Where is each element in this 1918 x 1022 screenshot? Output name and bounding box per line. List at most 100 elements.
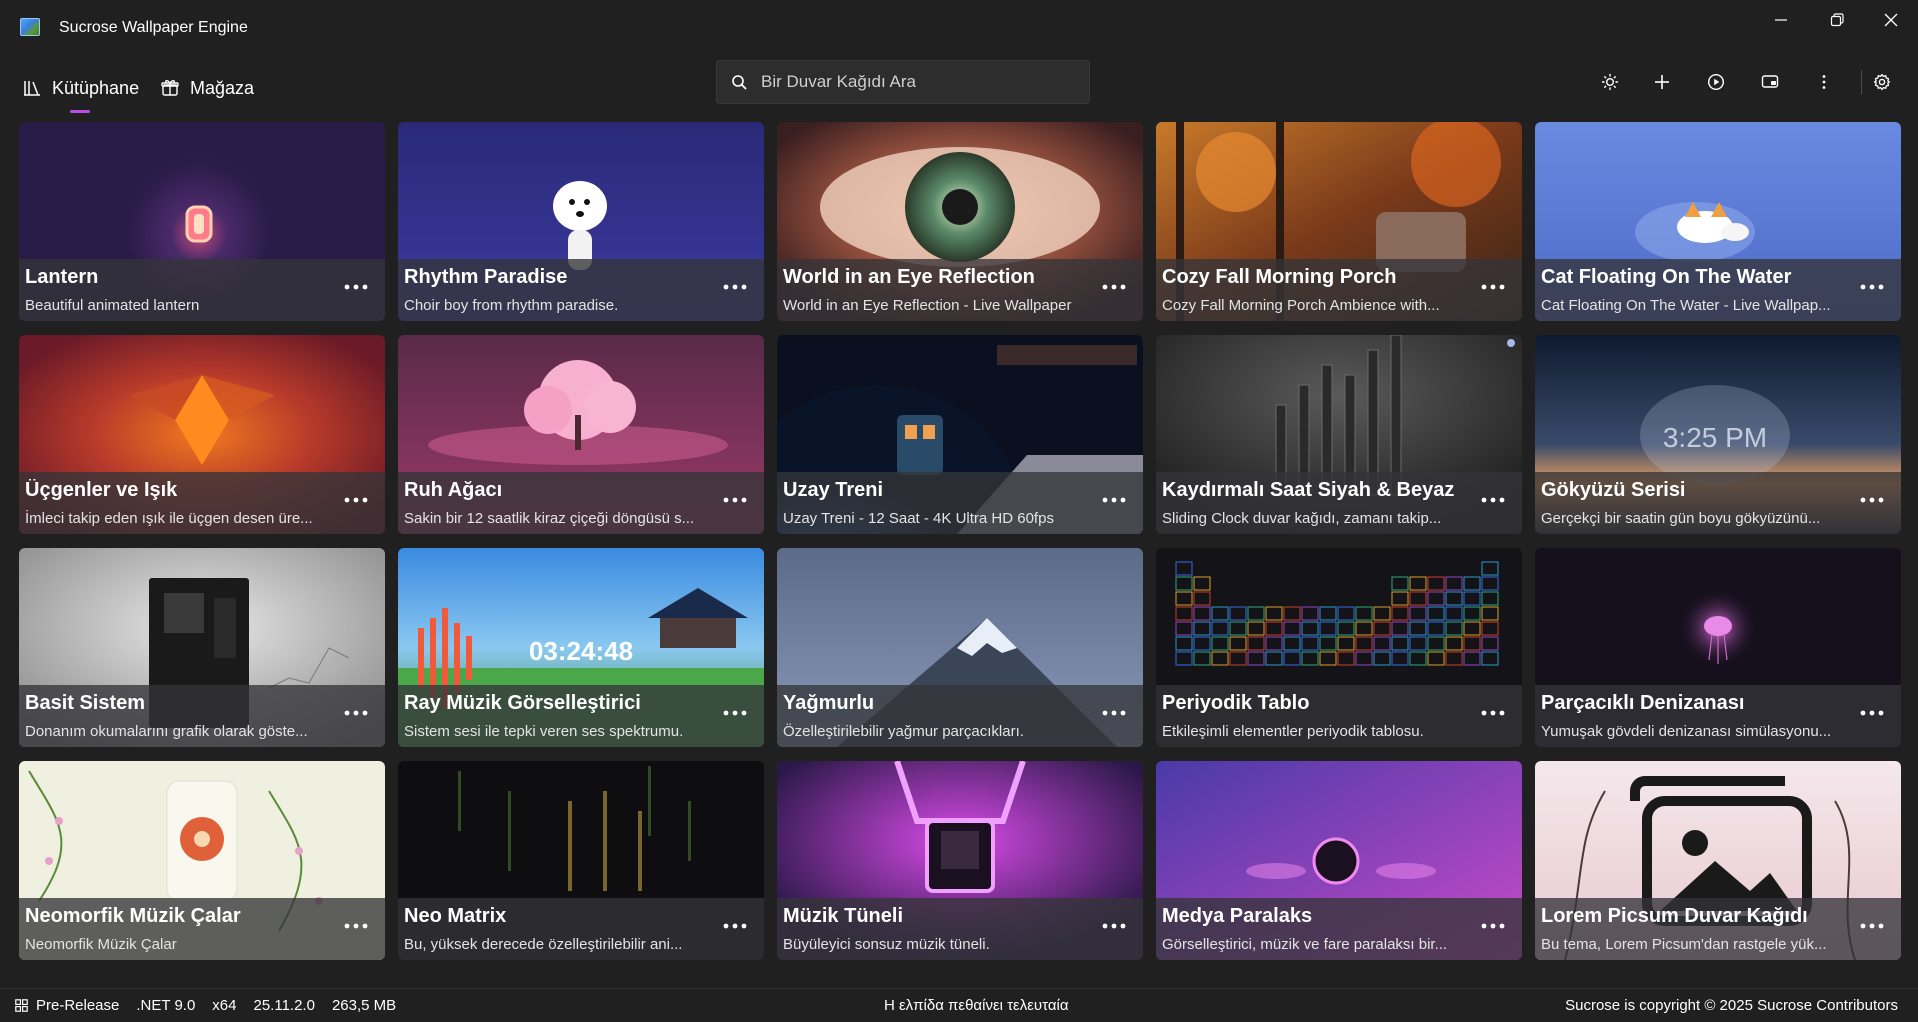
wallpaper-card[interactable]: 03:24:48 Ray Müzik Görselleştirici Siste… bbox=[398, 548, 764, 747]
search-input[interactable] bbox=[761, 61, 1081, 103]
more-horizontal-icon bbox=[1481, 923, 1505, 929]
arch-label: x64 bbox=[212, 997, 237, 1014]
more-vertical-icon bbox=[1822, 75, 1826, 89]
card-title: Basit Sistem bbox=[25, 692, 146, 714]
card-info: Üçgenler ve Işık İmleci takip eden ışık … bbox=[19, 472, 385, 534]
tab-library-label: Kütüphane bbox=[52, 77, 140, 98]
wallpaper-card[interactable]: Üçgenler ve Işık İmleci takip eden ışık … bbox=[19, 335, 385, 534]
card-description: Sliding Clock duvar kağıdı, zamanı takip… bbox=[1162, 510, 1442, 527]
wallpaper-card[interactable]: Lorem Picsum Duvar Kağıdı Bu tema, Lorem… bbox=[1535, 761, 1901, 960]
wallpaper-card[interactable]: Cozy Fall Morning Porch Cozy Fall Mornin… bbox=[1156, 122, 1522, 321]
search-icon bbox=[732, 75, 747, 90]
wallpaper-card[interactable]: Ruh Ağacı Sakin bir 12 saatlik kiraz çiç… bbox=[398, 335, 764, 534]
card-more-button[interactable] bbox=[1097, 912, 1131, 940]
card-description: Sistem sesi ile tepki veren ses spektrum… bbox=[404, 723, 684, 740]
play-icon bbox=[1707, 73, 1725, 91]
more-horizontal-icon bbox=[1860, 923, 1884, 929]
more-horizontal-icon bbox=[1102, 497, 1126, 503]
card-title: World in an Eye Reflection bbox=[783, 266, 1035, 288]
app-logo-icon bbox=[20, 18, 40, 36]
status-copyright: Sucrose is copyright © 2025 Sucrose Cont… bbox=[1565, 997, 1898, 1014]
minimize-button[interactable] bbox=[1754, 0, 1808, 40]
wallpaper-card[interactable]: Medya Paralaks Görselleştirici, müzik ve… bbox=[1156, 761, 1522, 960]
close-button[interactable] bbox=[1864, 0, 1918, 40]
card-title: Cozy Fall Morning Porch bbox=[1162, 266, 1397, 288]
wallpaper-card[interactable]: Müzik Tüneli Büyüleyici sonsuz müzik tün… bbox=[777, 761, 1143, 960]
card-more-button[interactable] bbox=[1855, 273, 1889, 301]
more-horizontal-icon bbox=[1481, 284, 1505, 290]
tab-store-label: Mağaza bbox=[190, 77, 255, 98]
framework-label: .NET 9.0 bbox=[136, 997, 196, 1014]
wallpaper-grid: Lantern Beautiful animated lantern Rhyth… bbox=[19, 122, 1901, 974]
card-more-button[interactable] bbox=[1476, 486, 1510, 514]
close-icon bbox=[1884, 13, 1898, 27]
wallpaper-card[interactable]: Lantern Beautiful animated lantern bbox=[19, 122, 385, 321]
card-info: Periyodik Tablo Etkileşimli elementler p… bbox=[1156, 685, 1522, 747]
card-description: Gerçekçi bir saatin gün boyu gökyüzünü..… bbox=[1541, 510, 1821, 527]
card-description: Yumuşak gövdeli denizanası simülasyonu..… bbox=[1541, 723, 1832, 740]
play-button[interactable] bbox=[1698, 64, 1734, 100]
card-description: Özelleştirilebilir yağmur parçacıkları. bbox=[783, 723, 1024, 740]
wallpaper-card[interactable]: Basit Sistem Donanım okumalarını grafik … bbox=[19, 548, 385, 747]
card-more-button[interactable] bbox=[1476, 273, 1510, 301]
card-more-button[interactable] bbox=[718, 273, 752, 301]
more-horizontal-icon bbox=[1860, 710, 1884, 716]
wallpaper-card[interactable]: World in an Eye Reflection World in an E… bbox=[777, 122, 1143, 321]
more-horizontal-icon bbox=[1860, 497, 1884, 503]
search-box[interactable] bbox=[716, 60, 1090, 104]
wallpaper-card[interactable]: 3:25 PM Gökyüzü Serisi Gerçekçi bir saat… bbox=[1535, 335, 1901, 534]
app-window: Sucrose Wallpaper Engine Kütüphane Mağaz… bbox=[0, 0, 1918, 1022]
card-more-button[interactable] bbox=[1097, 273, 1131, 301]
more-horizontal-icon bbox=[1481, 710, 1505, 716]
wallpaper-card[interactable]: Kaydırmalı Saat Siyah & Beyaz Sliding Cl… bbox=[1156, 335, 1522, 534]
wallpaper-card[interactable]: Yağmurlu Özelleştirilebilir yağmur parça… bbox=[777, 548, 1143, 747]
card-more-button[interactable] bbox=[339, 273, 373, 301]
more-horizontal-icon bbox=[723, 284, 747, 290]
wallpaper-card[interactable]: Neomorfik Müzik Çalar Neomorfik Müzik Ça… bbox=[19, 761, 385, 960]
card-more-button[interactable] bbox=[1097, 486, 1131, 514]
card-more-button[interactable] bbox=[1855, 912, 1889, 940]
tab-store[interactable]: Mağaza bbox=[160, 71, 254, 105]
release-label: Pre-Release bbox=[36, 997, 120, 1014]
more-horizontal-icon bbox=[1481, 497, 1505, 503]
card-info: Neo Matrix Bu, yüksek derecede özelleşti… bbox=[398, 898, 764, 960]
wallpaper-card[interactable]: Parçacıklı Denizanası Yumuşak gövdeli de… bbox=[1535, 548, 1901, 747]
card-info: Medya Paralaks Görselleştirici, müzik ve… bbox=[1156, 898, 1522, 960]
card-more-button[interactable] bbox=[339, 912, 373, 940]
card-more-button[interactable] bbox=[1476, 699, 1510, 727]
card-more-button[interactable] bbox=[718, 912, 752, 940]
card-more-button[interactable] bbox=[339, 486, 373, 514]
more-horizontal-icon bbox=[723, 710, 747, 716]
wallpaper-card[interactable]: Periyodik Tablo Etkileşimli elementler p… bbox=[1156, 548, 1522, 747]
card-more-button[interactable] bbox=[1097, 699, 1131, 727]
card-description: Choir boy from rhythm paradise. bbox=[404, 297, 619, 314]
wallpaper-card[interactable]: Neo Matrix Bu, yüksek derecede özelleşti… bbox=[398, 761, 764, 960]
more-horizontal-icon bbox=[1102, 284, 1126, 290]
card-title: Lantern bbox=[25, 266, 99, 288]
card-more-button[interactable] bbox=[339, 699, 373, 727]
toolbar-divider bbox=[1861, 70, 1862, 94]
card-more-button[interactable] bbox=[718, 699, 752, 727]
card-title: Yağmurlu bbox=[783, 692, 875, 714]
more-horizontal-icon bbox=[344, 710, 368, 716]
card-more-button[interactable] bbox=[718, 486, 752, 514]
tab-library[interactable]: Kütüphane bbox=[22, 71, 140, 113]
card-info: Basit Sistem Donanım okumalarını grafik … bbox=[19, 685, 385, 747]
wallpaper-card[interactable]: Uzay Treni Uzay Treni - 12 Saat - 4K Ult… bbox=[777, 335, 1143, 534]
brightness-icon bbox=[1601, 73, 1619, 91]
restore-button[interactable] bbox=[1810, 0, 1864, 40]
display-settings-button[interactable] bbox=[1752, 64, 1788, 100]
more-horizontal-icon bbox=[1102, 710, 1126, 716]
wallpaper-card[interactable]: Rhythm Paradise Choir boy from rhythm pa… bbox=[398, 122, 764, 321]
add-wallpaper-button[interactable] bbox=[1644, 64, 1680, 100]
status-bar: Pre-Release .NET 9.0 x64 25.11.2.0 263,5… bbox=[0, 988, 1918, 1022]
settings-button[interactable] bbox=[1864, 64, 1900, 100]
wallpaper-card[interactable]: Cat Floating On The Water Cat Floating O… bbox=[1535, 122, 1901, 321]
card-more-button[interactable] bbox=[1476, 912, 1510, 940]
card-more-button[interactable] bbox=[1855, 699, 1889, 727]
theme-toggle-button[interactable] bbox=[1592, 64, 1628, 100]
card-title: Neo Matrix bbox=[404, 905, 507, 927]
more-options-button[interactable] bbox=[1806, 64, 1842, 100]
card-more-button[interactable] bbox=[1855, 486, 1889, 514]
card-info: Kaydırmalı Saat Siyah & Beyaz Sliding Cl… bbox=[1156, 472, 1522, 534]
